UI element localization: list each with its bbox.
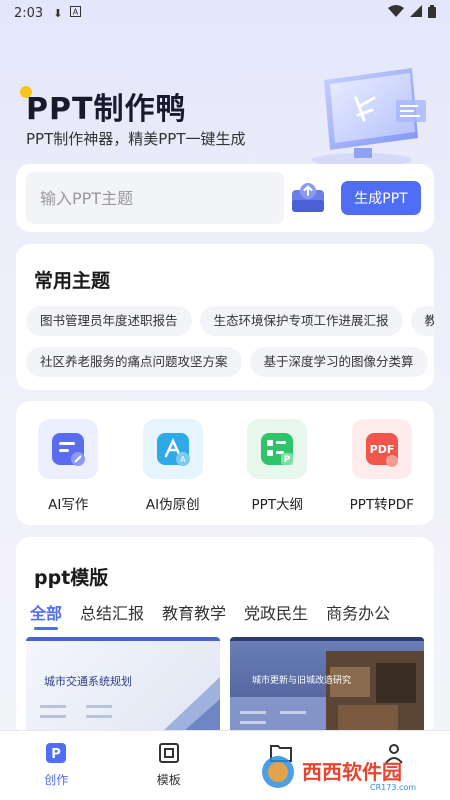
topic-chip[interactable]: 教 [410,306,434,336]
tool-label: AI伪原创 [145,497,200,513]
watermark-text: 西西软件园 [302,760,402,784]
topics-row-1: 图书管理员年度述职报告 生态环境保护专项工作进展汇报 教 [26,306,434,336]
ppt-to-pdf-icon: PDF [351,419,412,479]
topics-row-2: 社区养老服务的痛点问题攻坚方案 基于深度学习的图像分类算 [26,347,428,377]
signal-icon [410,5,422,21]
status-bar: 2:03 ⬇ A [0,0,450,26]
tab-all[interactable]: 全部 [30,600,62,630]
template-thumbnail[interactable]: 城市更新与旧城改造研究 [230,637,424,737]
tool-ai-writing[interactable]: AI写作 [23,419,113,513]
download-icon: ⬇ [53,6,63,20]
status-time: 2:03 [14,5,44,21]
topic-chip[interactable]: 社区养老服务的痛点问题攻坚方案 [26,347,242,377]
tool-label: PPT大纲 [251,497,304,513]
templates-card: ppt模版 全部 总结汇报 教育教学 党政民生 商务办公 城市交通系统规划 城市… [16,537,434,737]
template-thumbnail[interactable]: 城市交通系统规划 [26,637,220,737]
site-watermark: 西西软件园 CR173.com [258,752,444,792]
common-topics-card: 常用主题 图书管理员年度述职报告 生态环境保护专项工作进展汇报 教 社区养老服务… [16,244,434,390]
tool-label: AI写作 [48,497,89,513]
tool-ppt-outline[interactable]: P PPT大纲 [232,419,322,513]
svg-text:A: A [73,8,79,17]
tab-business[interactable]: 商务办公 [326,600,390,624]
ai-writing-icon [38,419,99,479]
wifi-icon [388,5,404,21]
ai-rewrite-icon: A [142,419,203,479]
tab-summary-report[interactable]: 总结汇报 [80,600,144,624]
template-title: 城市交通系统规划 [44,675,132,688]
ppt-outline-icon: P [247,419,308,479]
generate-card: 生成PPT [16,164,434,232]
topic-input[interactable] [26,172,284,224]
tab-party-government[interactable]: 党政民生 [244,600,308,624]
templates-title: ppt模版 [34,567,109,589]
tab-education[interactable]: 教育教学 [162,600,226,624]
tools-card: AI写作 A AI伪原创 P PPT大纲 PDF PPT转PDF [16,401,434,525]
upload-file-icon[interactable] [288,178,328,218]
template-thumbnail-art [230,637,424,737]
status-right [388,4,436,22]
svg-text:P: P [284,455,291,465]
nav-create[interactable]: P 创作 [26,741,86,788]
nav-templates[interactable]: 模板 [139,741,199,788]
app-title: PPT制作鸭 [26,92,187,127]
topic-chip[interactable]: 图书管理员年度述职报告 [26,306,192,336]
hero-illustration [300,60,440,170]
topic-chip[interactable]: 生态环境保护专项工作进展汇报 [199,306,403,336]
template-tabs: 全部 总结汇报 教育教学 党政民生 商务办公 [30,600,390,630]
create-icon: P [44,741,68,765]
common-topics-title: 常用主题 [34,270,111,292]
template-icon [157,741,181,765]
notification-a-icon: A [70,6,82,20]
watermark-sub: CR173.com [370,783,416,792]
nav-label: 模板 [156,773,181,787]
tool-label: PPT转PDF [349,497,414,513]
svg-text:P: P [51,747,61,762]
topic-chip[interactable]: 基于深度学习的图像分类算 [249,347,428,377]
svg-text:A: A [180,455,186,464]
tool-ppt-to-pdf[interactable]: PDF PPT转PDF [337,419,427,513]
app-subtitle: PPT制作神器，精美PPT一键生成 [26,130,246,148]
svg-text:PDF: PDF [369,443,394,456]
tool-ai-rewrite[interactable]: A AI伪原创 [128,419,218,513]
nav-label: 创作 [44,773,69,787]
battery-icon [428,4,436,22]
generate-ppt-button[interactable]: 生成PPT [341,181,421,215]
template-title: 城市更新与旧城改造研究 [252,676,352,686]
